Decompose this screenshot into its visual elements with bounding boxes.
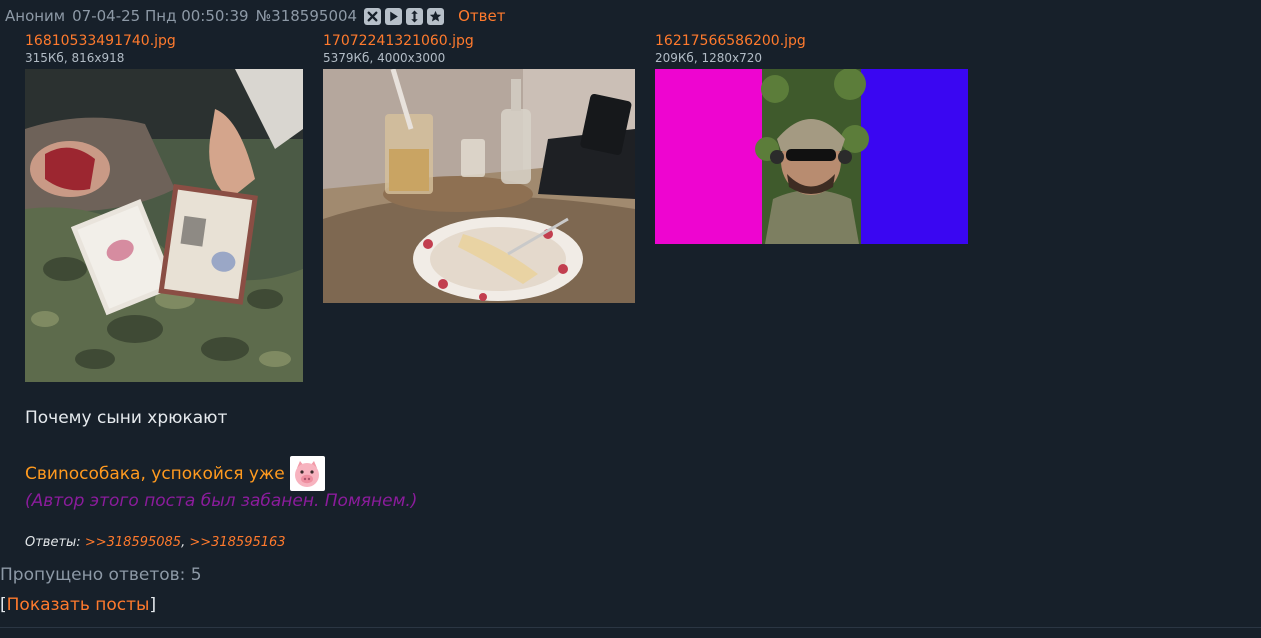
divider (0, 627, 1261, 628)
star-icon (429, 10, 442, 21)
show-posts-link[interactable]: Показать посты (7, 595, 150, 615)
ban-notice: (Автор этого поста был забанен. Помянем.… (25, 491, 418, 511)
bracket-open: [ (0, 595, 7, 615)
file-attachment: 17072241321060.jpg 5379Кб, 4000x3000 (323, 33, 635, 303)
bracket-close: ] (149, 595, 157, 615)
play-icon (390, 11, 398, 21)
quote-text: Свиnособака, успокойся уже (25, 463, 285, 484)
image-thumbnail[interactable] (323, 69, 635, 303)
replies-label: Ответы: (25, 535, 81, 550)
file-name[interactable]: 17072241321060.jpg (323, 33, 635, 50)
post-text: Почему сыни хрюкают (25, 408, 228, 428)
play-button[interactable] (385, 7, 403, 25)
post-buttons (364, 7, 445, 25)
file-name[interactable]: 16217566586200.jpg (655, 33, 968, 50)
expand-icon (411, 10, 418, 22)
file-name[interactable]: 16810533491740.jpg (25, 33, 303, 50)
post-header: Аноним 07-04-25 Пнд 00:50:39 №318595004 … (5, 5, 505, 27)
image-thumbnail[interactable] (655, 69, 968, 244)
image-thumbnail[interactable] (25, 69, 303, 382)
file-meta: 315Кб, 816x918 (25, 51, 125, 65)
poster-name: Аноним (5, 7, 66, 25)
expand-button[interactable] (406, 7, 424, 25)
file-attachment: 16217566586200.jpg 209Кб, 1280x720 (655, 33, 968, 244)
quote-line: Свиnособака, успокойся уже (25, 456, 325, 491)
post-date: 07-04-25 Пнд 00:50:39 (72, 7, 249, 25)
pig-face-icon (289, 456, 325, 491)
favorite-button[interactable] (427, 7, 445, 25)
file-meta: 5379Кб, 4000x3000 (323, 51, 446, 65)
post-number[interactable]: №318595004 (256, 7, 358, 25)
file-attachment: 16810533491740.jpg 315Кб, 816x918 (25, 33, 303, 382)
reply-ref-link[interactable]: >>318595163 (189, 535, 285, 550)
hide-icon (367, 11, 378, 21)
show-posts: [Показать посты] (0, 595, 156, 615)
file-meta: 209Кб, 1280x720 (655, 51, 762, 65)
skipped-replies: Пропущено ответов: 5 (0, 565, 202, 585)
replies-line: Ответы: >>318595085, >>318595163 (25, 535, 286, 550)
hide-button[interactable] (364, 7, 382, 25)
reply-link[interactable]: Ответ (458, 7, 505, 25)
reply-ref-link[interactable]: >>318595085 (85, 535, 181, 550)
